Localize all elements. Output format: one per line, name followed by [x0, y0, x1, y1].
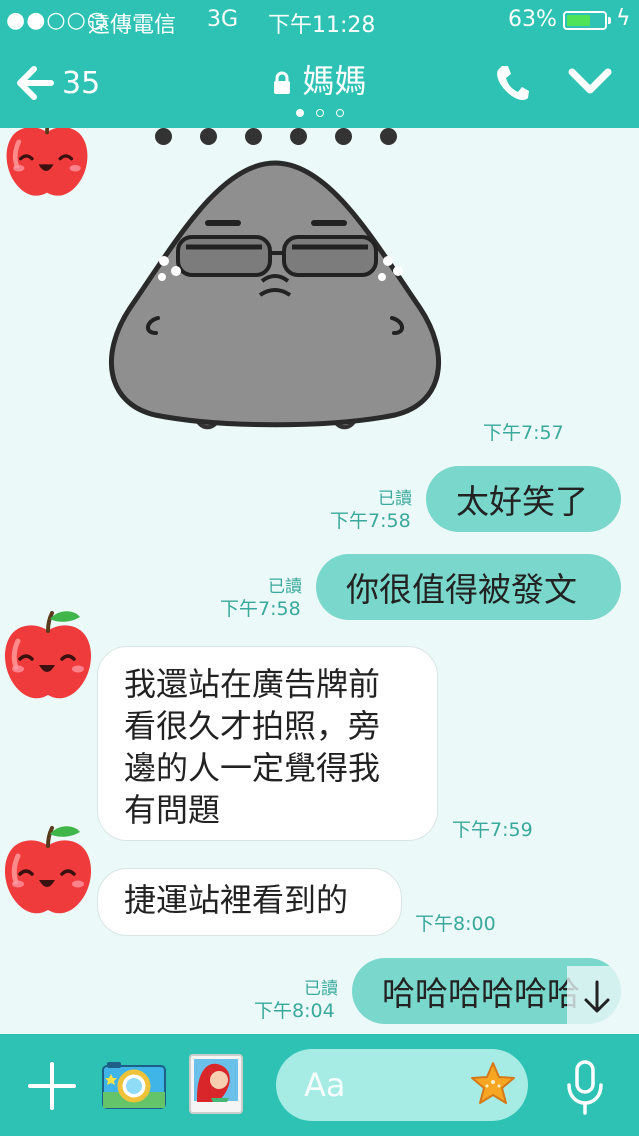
- plus-button[interactable]: [28, 1062, 76, 1114]
- contact-avatar[interactable]: [0, 820, 98, 920]
- carrier-name: 遠傳電信: [88, 13, 177, 38]
- starfish-sticker-icon: [471, 1062, 515, 1104]
- outgoing-message-bubble[interactable]: 你很值得被發文: [316, 554, 621, 620]
- grumpy-blob-sticker[interactable]: [100, 153, 450, 433]
- incoming-message-bubble[interactable]: 捷運站裡看到的: [97, 868, 402, 936]
- microphone-button[interactable]: [563, 1059, 607, 1119]
- page-dot: [295, 109, 304, 117]
- message-time: 下午8:04: [254, 1000, 335, 1022]
- message-compose-bar: [0, 1034, 639, 1136]
- chat-title-area[interactable]: 媽媽: [0, 56, 639, 102]
- lock-icon: [274, 71, 291, 94]
- contact-avatar[interactable]: [0, 128, 94, 202]
- chevron-down-icon: [568, 68, 612, 94]
- message-line: 看很久才拍照，旁: [124, 707, 381, 745]
- message-time: 下午7:58: [330, 510, 411, 532]
- battery-percent: 63%: [508, 7, 557, 32]
- message-text: 太好笑了: [456, 482, 588, 521]
- gallery-button[interactable]: [189, 1054, 243, 1118]
- gallery-icon: [189, 1054, 243, 1114]
- arrow-down-icon: [584, 980, 610, 1013]
- scroll-to-bottom-button[interactable]: [567, 966, 627, 1026]
- message-text: 你很值得被發文: [346, 570, 577, 609]
- menu-button[interactable]: [568, 66, 612, 100]
- message-time: 下午7:57: [483, 422, 564, 444]
- contact-avatar[interactable]: [0, 605, 98, 705]
- chat-title: 媽媽: [302, 62, 367, 100]
- page-dot: [335, 109, 344, 117]
- battery-level-fill: [567, 15, 590, 26]
- message-time: 下午7:59: [452, 819, 533, 841]
- page-indicator: [0, 102, 639, 121]
- chat-messages[interactable]: 下午7:57 已讀 下午7:58 太好笑了 已讀 下午7:58 你很值得被發文 …: [0, 128, 639, 1034]
- chat-header: 35 媽媽: [0, 42, 639, 128]
- phone-icon: [497, 66, 529, 101]
- plus-icon: [28, 1062, 76, 1110]
- battery-icon: [563, 11, 611, 30]
- camera-button[interactable]: [101, 1058, 167, 1116]
- status-bar: ●●○○○ 遠傳電信 3G 下午11:28 63% ϟ: [0, 0, 639, 42]
- microphone-icon: [567, 1060, 603, 1115]
- message-time: 下午7:58: [220, 598, 301, 620]
- network-type: 3G: [207, 7, 239, 32]
- call-button[interactable]: [494, 64, 530, 106]
- incoming-message-bubble[interactable]: 我還站在廣告牌前 看很久才拍照，旁 邊的人一定覺得我 有問題: [97, 646, 438, 841]
- status-clock: 下午11:28: [268, 13, 376, 38]
- message-time: 下午8:00: [415, 913, 496, 935]
- camera-icon: [102, 1062, 166, 1109]
- message-line: 邊的人一定覺得我: [124, 749, 381, 787]
- message-text: 哈哈哈哈哈哈: [382, 974, 580, 1013]
- outgoing-message-bubble[interactable]: 太好笑了: [426, 466, 621, 532]
- page-dot: [315, 109, 324, 117]
- message-text: 捷運站裡看到的: [124, 881, 349, 919]
- message-line: 我還站在廣告牌前: [124, 665, 381, 703]
- sticker-button[interactable]: [470, 1061, 516, 1109]
- message-line: 有問題: [124, 791, 221, 829]
- charging-bolt-icon: ϟ: [616, 6, 631, 31]
